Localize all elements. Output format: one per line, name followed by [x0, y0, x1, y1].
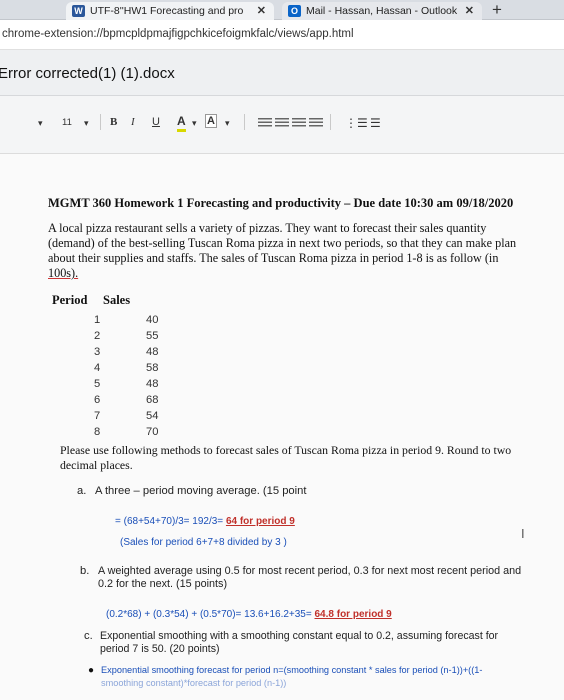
question-b-label: b.: [80, 565, 90, 577]
align-justify-icon[interactable]: [309, 118, 323, 128]
table-cell-period: 8: [94, 426, 101, 438]
table-cell-period: 2: [94, 330, 101, 342]
table-cell-sales: 48: [146, 378, 159, 390]
address-bar[interactable]: chrome-extension://bpmcpldpmajfigpchkice…: [0, 20, 564, 50]
toolbar-divider: [330, 114, 331, 130]
question-a-text: A three – period moving average. (15 poi…: [95, 485, 307, 497]
text-cursor-icon: I: [521, 526, 525, 541]
intro-line: (demand) of the best-selling Tuscan Roma…: [48, 236, 517, 250]
question-a-calculation: = (68+54+70)/3= 192/3= 64 for period 9: [115, 511, 295, 529]
table-cell-sales: 54: [146, 410, 159, 422]
bulleted-list-icon[interactable]: ☰: [370, 116, 381, 130]
document-page[interactable]: MGMT 360 Homework 1 Forecasting and prod…: [0, 154, 564, 700]
intro-line: A local pizza restaurant sells a variety…: [48, 221, 487, 235]
instruction-line: decimal places.: [60, 458, 133, 472]
calc-text: = (68+54+70)/3= 192/3=: [115, 516, 226, 527]
chevron-down-icon[interactable]: ▾: [38, 118, 43, 129]
align-right-icon[interactable]: [292, 118, 306, 128]
url-text: chrome-extension://bpmcpldpmajfigpchkice…: [2, 28, 354, 40]
question-c-bullet-continued: smoothing constant)*forecast for period …: [101, 678, 287, 688]
document-title-bar: Error corrected(1) (1).docx: [0, 50, 564, 96]
question-c-label: c.: [84, 630, 93, 642]
outlook-icon: O: [288, 5, 301, 17]
font-size-value[interactable]: 11: [62, 117, 72, 128]
close-icon[interactable]: ✕: [257, 2, 266, 20]
document-heading: MGMT 360 Homework 1 Forecasting and prod…: [48, 196, 514, 210]
highlight-color-button[interactable]: A: [205, 114, 217, 128]
tab-title: Mail - Hassan, Hassan - Outlook: [306, 5, 458, 17]
document-title[interactable]: Error corrected(1) (1).docx: [0, 65, 175, 82]
question-b-calculation: (0.2*68) + (0.3*54) + (0.5*70)= 13.6+16.…: [106, 604, 392, 622]
table-cell-period: 1: [94, 314, 101, 326]
toolbar-divider: [244, 114, 245, 130]
table-cell-period: 6: [94, 394, 101, 406]
underline-button[interactable]: U: [152, 116, 160, 128]
calc-text: (0.2*68) + (0.3*54) + (0.5*70)= 13.6+16.…: [106, 609, 315, 620]
tab-outlook-mail[interactable]: O Mail - Hassan, Hassan - Outlook ✕: [282, 2, 482, 20]
italic-button[interactable]: I: [131, 116, 135, 128]
toolbar-divider: [100, 114, 101, 130]
browser-tab-strip: W UTF-8''HW1 Forecasting and pro ✕ O Mai…: [0, 0, 564, 20]
chevron-down-icon[interactable]: ▾: [192, 118, 197, 129]
table-cell-period: 3: [94, 346, 101, 358]
table-cell-period: 7: [94, 410, 101, 422]
question-c-text: period 7 is 50. (20 points): [100, 643, 220, 655]
intro-line: about their supplies and staffs. The sal…: [48, 251, 499, 265]
formatting-toolbar: ▾ 11 ▾ B I U A ▾ A ▾ ⋮☰ ☰: [0, 96, 564, 154]
tab-hw1-forecasting[interactable]: W UTF-8''HW1 Forecasting and pro ✕: [66, 2, 274, 20]
bold-button[interactable]: B: [110, 116, 117, 128]
intro-line: 100s).: [48, 266, 79, 280]
instruction-line: Please use following methods to forecast…: [60, 443, 512, 457]
chevron-down-icon[interactable]: ▾: [225, 118, 230, 129]
question-c-text: Exponential smoothing with a smoothing c…: [100, 630, 499, 642]
calc-answer: 64.8 for period 9: [314, 609, 392, 620]
tab-title: UTF-8''HW1 Forecasting and pro: [90, 5, 244, 17]
font-color-button[interactable]: A: [177, 114, 186, 132]
table-header-period: Period: [52, 293, 88, 307]
new-tab-button[interactable]: +: [486, 0, 508, 20]
question-b-text: A weighted average using 0.5 for most re…: [98, 565, 522, 577]
align-center-icon[interactable]: [275, 118, 289, 128]
calc-answer: 64 for period 9: [225, 516, 295, 527]
question-a-note: (Sales for period 6+7+8 divided by 3 ): [120, 537, 287, 548]
question-b-text: 0.2 for the next. (15 points): [98, 578, 228, 590]
word-doc-icon: W: [72, 5, 85, 17]
question-c-bullet: Exponential smoothing forecast for perio…: [101, 665, 483, 675]
numbered-list-icon[interactable]: ⋮☰: [345, 116, 368, 130]
table-cell-sales: 68: [146, 394, 159, 406]
align-left-icon[interactable]: [258, 118, 272, 128]
table-cell-sales: 55: [146, 330, 159, 342]
table-cell-sales: 48: [146, 346, 159, 358]
bullet-dot-icon: ●: [88, 665, 95, 676]
question-a-label: a.: [77, 485, 87, 497]
chevron-down-icon[interactable]: ▾: [84, 118, 89, 129]
table-cell-sales: 70: [146, 426, 159, 438]
table-header-sales: Sales: [103, 293, 131, 307]
table-cell-period: 4: [94, 362, 101, 374]
table-cell-period: 5: [94, 378, 101, 390]
close-icon[interactable]: ✕: [465, 2, 474, 20]
table-cell-sales: 58: [146, 362, 159, 374]
table-cell-sales: 40: [146, 314, 159, 326]
